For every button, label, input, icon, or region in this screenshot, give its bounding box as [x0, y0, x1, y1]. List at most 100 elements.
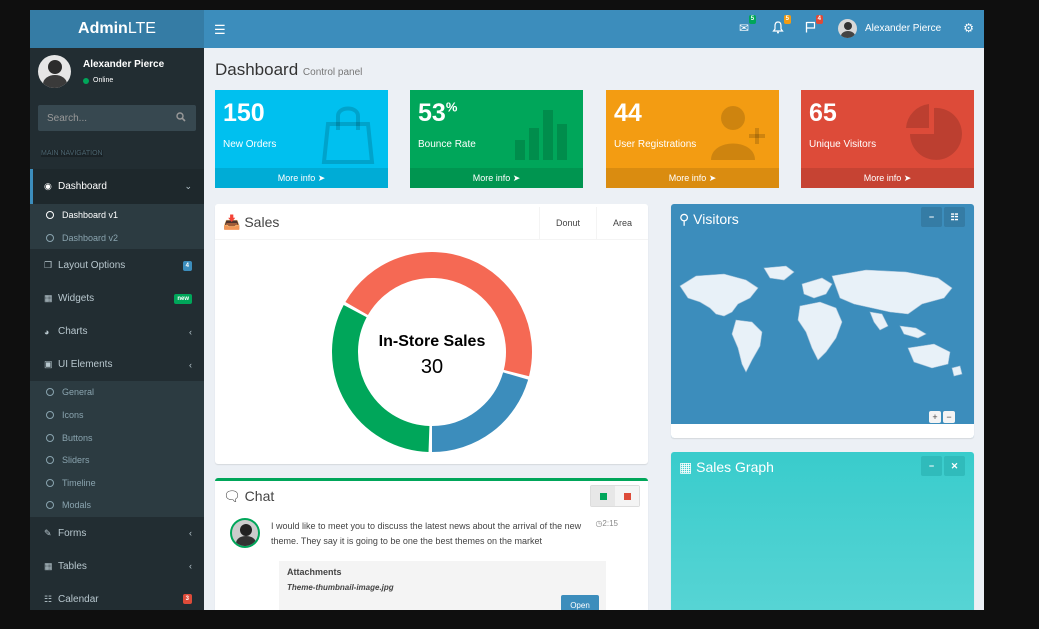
circle-icon: [46, 233, 54, 242]
chevron-left-icon: ‹: [189, 359, 192, 370]
sidebar-item-timeline[interactable]: Timeline: [30, 472, 204, 495]
pie-chart-icon: ◕: [44, 326, 50, 337]
zoom-out-button[interactable]: −: [943, 411, 955, 423]
sales-graph-box: ▦ Sales Graph − ✕: [671, 452, 974, 610]
sidebar: Alexander Pierce Online MAIN NAVIGATION …: [30, 48, 204, 610]
tile-user-registrations: 44 User Registrations More info ➤: [606, 90, 779, 188]
dashboard-icon: ◉: [44, 181, 52, 191]
tile-label: User Registrations: [614, 139, 697, 150]
collapse-button[interactable]: −: [921, 207, 942, 227]
status-online[interactable]: Online: [83, 77, 113, 84]
dashboard-submenu: Dashboard v1 Dashboard v2: [30, 204, 204, 250]
more-info-link[interactable]: More info ➤: [801, 168, 974, 188]
more-info-link[interactable]: More info ➤: [410, 168, 583, 188]
box-title-text: Chat: [244, 488, 275, 504]
world-map[interactable]: [676, 264, 969, 384]
sidebar-item-buttons[interactable]: Buttons: [30, 426, 204, 449]
box-footer: [671, 424, 974, 438]
user-menu[interactable]: Alexander Pierce: [838, 19, 941, 38]
attachment-filename[interactable]: Theme-thumbnail-image.jpg: [287, 583, 394, 592]
tile-sup: %: [445, 99, 458, 115]
search-icon[interactable]: [176, 112, 186, 125]
sales-tabs: Donut Area: [538, 207, 648, 239]
attachment: Attachments Theme-thumbnail-image.jpg Op…: [279, 561, 606, 610]
open-button[interactable]: Open: [561, 595, 599, 610]
zoom-in-button[interactable]: +: [929, 411, 941, 423]
bar-chart-icon: [515, 110, 567, 160]
attachments-title: Attachments: [287, 567, 342, 577]
nav-header: MAIN NAVIGATION: [41, 150, 103, 157]
tile-label: Unique Visitors: [809, 139, 877, 150]
envelope-icon[interactable]: ✉ 5: [739, 15, 757, 35]
admin-window: Admin LTE ☰ ✉ 5 5 4 Alexander Pierce ⚙ Ale…: [30, 10, 984, 610]
calendar-button[interactable]: ☷: [944, 207, 965, 227]
sidebar-item-widgets[interactable]: ▦ Widgets new: [30, 282, 204, 315]
chevron-left-icon: ‹: [189, 326, 192, 337]
square-icon: [599, 492, 607, 500]
page-title: Dashboard Control panel: [215, 60, 362, 80]
tile-number: 53: [418, 99, 446, 127]
th-icon: ▦: [44, 293, 53, 304]
ui-submenu: General Icons Buttons Sliders Timeline M…: [30, 381, 204, 517]
tile-value: 53%: [418, 99, 457, 128]
sidebar-item-modals[interactable]: Modals: [30, 494, 204, 517]
search-input[interactable]: [38, 105, 168, 131]
flag-svg: [805, 21, 816, 33]
sidebar-item-dashboard-v1[interactable]: Dashboard v1: [30, 204, 204, 227]
tab-area[interactable]: Area: [597, 207, 648, 239]
sidebar-item-dashboard-v2[interactable]: Dashboard v2: [30, 227, 204, 250]
more-info-link[interactable]: More info ➤: [606, 168, 779, 188]
flag-icon[interactable]: 4: [805, 15, 823, 36]
more-info-link[interactable]: More info ➤: [215, 168, 388, 188]
sidebar-item-label: Calendar: [58, 593, 99, 605]
sidebar-item-tables[interactable]: ▦ Tables ‹: [30, 550, 204, 583]
circle-icon: [46, 411, 54, 420]
sidebar-item-label: Dashboard: [58, 181, 107, 192]
tile-number: 150: [223, 99, 265, 127]
close-button[interactable]: ✕: [944, 456, 965, 476]
sidebar-item-forms[interactable]: ✎ Forms ‹: [30, 517, 204, 550]
tile-number: 65: [809, 99, 837, 127]
gears-icon[interactable]: ⚙: [963, 21, 974, 35]
arrow-circle-right-icon: ➤: [903, 172, 912, 183]
donut-chart[interactable]: In-Store Sales 30: [325, 245, 539, 459]
files-icon: ❐: [44, 260, 53, 271]
avatar: [838, 19, 857, 38]
sidebar-item-ui-elements[interactable]: ▣ UI Elements ‹: [30, 348, 204, 381]
sidebar-item-label: Modals: [62, 500, 92, 511]
box-title: ▦ Sales Graph: [679, 459, 774, 476]
sidebar-item-charts[interactable]: ◕ Charts ‹: [30, 315, 204, 348]
sidebar-item-calendar[interactable]: ☷ Calendar 3: [30, 583, 204, 610]
sidebar-item-label: Buttons: [62, 432, 93, 443]
square-icon: [623, 492, 631, 500]
sidebar-item-sliders[interactable]: Sliders: [30, 449, 204, 472]
collapse-button[interactable]: −: [921, 456, 942, 476]
calendar-badge: 3: [182, 594, 192, 605]
arrow-circle-right-icon: ➤: [708, 172, 717, 183]
sidebar-item-icons[interactable]: Icons: [30, 404, 204, 427]
tile-value: 44: [614, 99, 642, 128]
pie-chart-icon: [906, 104, 962, 160]
online-toggle-button[interactable]: [591, 486, 615, 506]
circle-icon: [46, 501, 54, 510]
box-title: ⚲ Visitors: [679, 211, 739, 228]
tile-number: 44: [614, 99, 642, 127]
sidebar-item-general[interactable]: General: [30, 381, 204, 404]
sidebar-item-label: Charts: [58, 326, 88, 338]
sidebar-item-dashboard[interactable]: ◉ Dashboard ⌄: [30, 169, 204, 204]
tab-donut[interactable]: Donut: [538, 207, 597, 239]
donut-slice-blue[interactable]: [431, 371, 529, 452]
sidebar-item-label: Forms: [58, 527, 87, 539]
tile-unique-visitors: 65 Unique Visitors More info ➤: [801, 90, 974, 188]
bell-icon[interactable]: 5: [772, 15, 791, 37]
logo[interactable]: Admin LTE: [30, 10, 204, 48]
bars-icon[interactable]: ☰: [214, 22, 226, 38]
sidebar-item-layout-options[interactable]: ❐ Layout Options 4: [30, 249, 204, 282]
calendar-icon: ☷: [950, 211, 959, 222]
shopping-bag-icon: [321, 106, 375, 164]
chevron-down-icon: ⌄: [184, 181, 192, 191]
edit-icon: ✎: [44, 527, 52, 538]
offline-toggle-button[interactable]: [615, 486, 639, 506]
divider: [215, 239, 648, 240]
calendar-icon: ☷: [44, 593, 53, 604]
